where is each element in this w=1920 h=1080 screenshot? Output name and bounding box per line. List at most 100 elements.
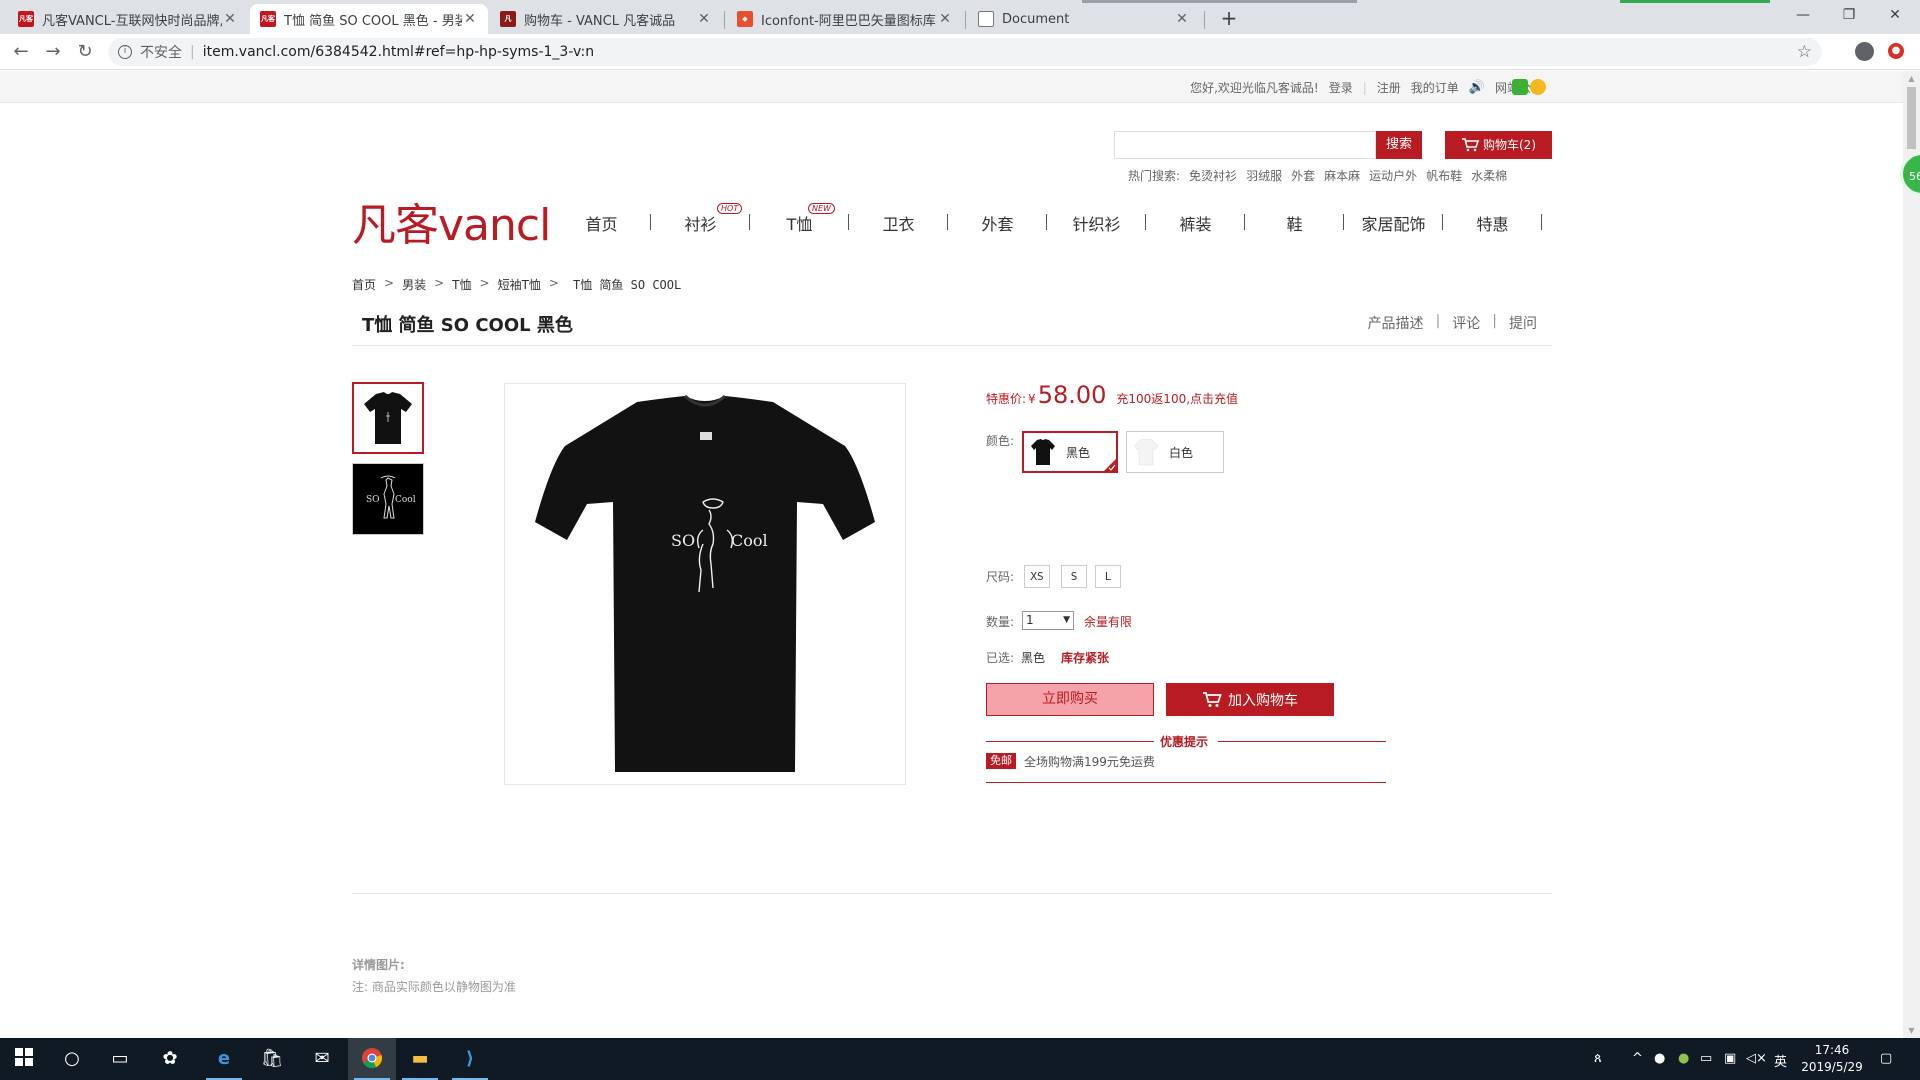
vertical-scrollbar[interactable]: ▲ ▼ <box>1903 71 1920 1038</box>
close-window-button[interactable]: ✕ <box>1872 0 1918 30</box>
size-option[interactable]: L <box>1095 565 1121 588</box>
search-icon[interactable]: ○ <box>60 1047 84 1071</box>
notifications-icon[interactable]: ▢ <box>1880 1051 1892 1066</box>
close-tab-icon[interactable]: ✕ <box>222 11 238 27</box>
search-button[interactable]: 搜索 <box>1376 131 1422 159</box>
tray-app-icon[interactable]: ● <box>1654 1051 1665 1066</box>
nav-item-label: 家居配饰 <box>1361 215 1426 234</box>
nav-item-home-accessories[interactable]: 家居配饰 <box>1344 211 1443 235</box>
nav-item-deals[interactable]: 特惠 <box>1443 211 1542 235</box>
nav-item-shoes[interactable]: 鞋 <box>1245 211 1344 235</box>
battery-icon[interactable]: ▭ <box>1700 1051 1712 1066</box>
reload-icon[interactable]: ↻ <box>73 40 97 64</box>
tray-app-icon[interactable]: ● <box>1678 1051 1689 1066</box>
color-option-white[interactable]: 白色 <box>1126 431 1224 473</box>
scroll-down-icon[interactable]: ▼ <box>1907 1026 1916 1035</box>
account-avatar-icon[interactable] <box>1855 42 1874 61</box>
minimize-button[interactable]: — <box>1780 0 1826 30</box>
new-tab-button[interactable]: + <box>1216 6 1242 32</box>
restore-button[interactable]: ❐ <box>1826 0 1872 30</box>
chrome-icon[interactable] <box>360 1047 384 1071</box>
quantity-select[interactable]: 1 ▼ <box>1022 611 1074 630</box>
new-badge: NEW <box>808 203 835 214</box>
windows-start-icon[interactable] <box>12 1047 36 1071</box>
security-status[interactable]: 不安全 <box>140 42 182 62</box>
search-input[interactable] <box>1114 131 1376 159</box>
address-input[interactable]: i 不安全 | item.vancl.com/6384542.html#ref=… <box>108 38 1822 66</box>
url-text[interactable]: item.vancl.com/6384542.html#ref=hp-hp-sy… <box>203 44 594 60</box>
people-icon[interactable]: ጰ <box>1594 1051 1602 1066</box>
size-option[interactable]: XS <box>1024 565 1050 588</box>
browser-tab[interactable]: 凡客 凡客VANCL-互联网快时尚品牌, ✕ <box>8 4 248 34</box>
file-explorer-icon[interactable]: ▬ <box>408 1047 432 1071</box>
weibo-icon[interactable] <box>1530 79 1546 95</box>
nav-item-pants[interactable]: 裤装 <box>1146 211 1245 235</box>
mail-icon[interactable]: ✉ <box>310 1047 334 1071</box>
hot-search-term[interactable]: 麻本麻 <box>1324 167 1360 184</box>
breadcrumb-item[interactable]: T恤 <box>452 276 471 293</box>
cart-button[interactable]: 购物车(2) <box>1445 131 1552 159</box>
cart-icon <box>1203 691 1222 707</box>
browser-tab[interactable]: ◆ Iconfont-阿里巴巴矢量图标库 ✕ <box>727 4 963 34</box>
tab-reviews[interactable]: 评论 <box>1452 313 1480 333</box>
thumbnail-front[interactable] <box>352 382 424 454</box>
hot-search-term[interactable]: 帆布鞋 <box>1426 167 1462 184</box>
hot-search-term[interactable]: 免烫衬衫 <box>1189 167 1237 184</box>
edge-browser-icon[interactable]: e <box>212 1047 236 1071</box>
clock[interactable]: 17:46 2019/5/29 <box>1796 1042 1868 1076</box>
my-orders-link[interactable]: 我的订单 <box>1411 79 1459 96</box>
breadcrumb-item[interactable]: 短袖T恤 <box>498 276 541 293</box>
close-tab-icon[interactable]: ✕ <box>462 11 478 27</box>
vancl-logo[interactable]: 凡客vancl <box>352 189 551 253</box>
register-link[interactable]: 注册 <box>1377 79 1401 96</box>
thumbnail-detail[interactable]: SO Cool <box>352 463 424 535</box>
close-tab-icon[interactable]: ✕ <box>1174 11 1190 27</box>
browser-tab[interactable]: Document ✕ <box>968 4 1200 34</box>
nav-item-home[interactable]: 首页 <box>552 211 651 235</box>
nav-item-label: 鞋 <box>1286 215 1303 234</box>
show-hidden-icons[interactable]: ^ <box>1632 1051 1643 1066</box>
store-icon[interactable]: 🛍 <box>260 1047 284 1071</box>
add-to-cart-button[interactable]: 加入购物车 <box>1166 683 1334 716</box>
task-view-icon[interactable]: ▭ <box>108 1047 132 1071</box>
hot-search-term[interactable]: 水柔棉 <box>1471 167 1507 184</box>
nav-item-jackets[interactable]: 外套 <box>948 211 1047 235</box>
volume-muted-icon[interactable]: ◁× <box>1746 1051 1767 1066</box>
wechat-icon[interactable] <box>1512 79 1528 95</box>
breadcrumb-item[interactable]: 男装 <box>402 276 426 293</box>
back-icon[interactable]: ← <box>9 40 33 64</box>
network-icon[interactable]: ▣ <box>1724 1051 1736 1066</box>
forward-icon[interactable]: → <box>41 40 65 64</box>
hot-search-term[interactable]: 外套 <box>1291 167 1315 184</box>
scrollbar-thumb[interactable] <box>1907 87 1916 149</box>
nav-item-hoodies[interactable]: 卫衣 <box>849 211 948 235</box>
login-link[interactable]: 登录 <box>1329 79 1353 96</box>
hot-search-row: 热门搜索: 免烫衬衫 羽绒服 外套 麻本麻 运动户外 帆布鞋 水柔棉 <box>1128 167 1507 184</box>
info-icon[interactable]: i <box>118 45 132 59</box>
tab-description[interactable]: 产品描述 <box>1368 313 1424 333</box>
size-option[interactable]: S <box>1061 565 1087 588</box>
product-main-image[interactable]: SO Cool <box>504 383 906 785</box>
close-tab-icon[interactable]: ✕ <box>937 11 953 27</box>
input-method-indicator[interactable]: 英 <box>1774 1051 1787 1070</box>
color-option-black[interactable]: 黑色 <box>1022 431 1118 473</box>
scroll-up-icon[interactable]: ▲ <box>1907 74 1916 83</box>
currency-symbol: ¥ <box>1028 392 1036 406</box>
tab-questions[interactable]: 提问 <box>1509 313 1537 333</box>
nav-item-knitwear[interactable]: 针织衫 <box>1047 211 1146 235</box>
extension-icon[interactable]: ● <box>1888 43 1904 59</box>
close-tab-icon[interactable]: ✕ <box>696 11 712 27</box>
breadcrumb-item[interactable]: 首页 <box>352 276 376 293</box>
recharge-link[interactable]: 充100返100,点击充值 <box>1116 390 1238 407</box>
nav-item-tshirts[interactable]: T恤 NEW <box>750 203 849 235</box>
vscode-icon[interactable]: ⟩ <box>458 1047 482 1071</box>
browser-tab[interactable]: 凡 购物车 - VANCL 凡客诚品 ✕ <box>490 4 722 34</box>
address-bar-row: ← → ↻ i 不安全 | item.vancl.com/6384542.htm… <box>0 34 1920 70</box>
nav-item-shirts[interactable]: 衬衫 HOT <box>651 203 750 235</box>
app-icon[interactable]: ✿ <box>158 1047 182 1071</box>
browser-tab-active[interactable]: 凡客 T恤 简鱼 SO COOL 黑色 - 男装 ✕ <box>250 4 488 34</box>
hot-search-term[interactable]: 运动户外 <box>1369 167 1417 184</box>
bookmark-star-icon[interactable]: ☆ <box>1797 42 1812 62</box>
hot-search-term[interactable]: 羽绒服 <box>1246 167 1282 184</box>
buy-now-button[interactable]: 立即购买 <box>986 683 1154 716</box>
